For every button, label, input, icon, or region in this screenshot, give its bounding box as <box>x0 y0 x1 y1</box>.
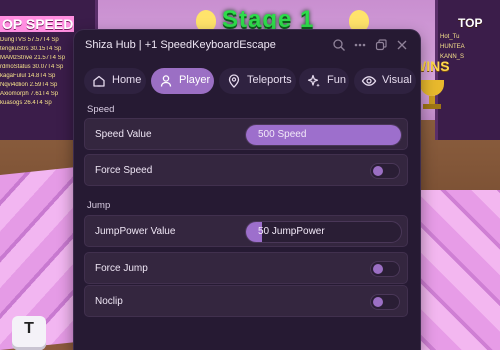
leaderboard-left: DungTVS 57.57T4 Sp tengkuStrs 30.15T4 Sp… <box>0 37 72 109</box>
section-speed-label: Speed <box>87 104 115 115</box>
leaderboard-entry: HUNTEA <box>440 44 465 50</box>
tab-visual[interactable]: Visual <box>354 68 416 94</box>
speed-value-slider[interactable]: 500 Speed <box>245 124 402 146</box>
home-icon <box>91 73 107 89</box>
sparkle-icon <box>306 73 322 89</box>
map-pin-icon <box>226 73 242 89</box>
speed-value-label: Speed Value <box>95 129 152 140</box>
title-bar[interactable]: Shiza Hub | +1 SpeedKeyboardEscape <box>74 30 420 60</box>
slider-value-text: 50 JumpPower <box>258 226 325 237</box>
force-speed-label: Force Speed <box>95 165 153 176</box>
tab-fun[interactable]: Fun <box>299 68 349 94</box>
force-jump-row[interactable]: Force Jump <box>84 252 408 284</box>
toggle-knob <box>373 264 383 274</box>
restore-icon[interactable] <box>374 38 388 52</box>
window-title: Shiza Hub | +1 SpeedKeyboardEscape <box>85 39 276 51</box>
leaderboard-entry: tengkuStrs 30.15T4 Sp <box>0 46 62 52</box>
tab-teleports[interactable]: Teleports <box>219 68 296 94</box>
section-jump-label: Jump <box>87 200 111 211</box>
jumppower-value-label: JumpPower Value <box>95 226 176 237</box>
leaderboard-entry: MAMzStrive 21.57T4 Sp <box>0 55 66 61</box>
speed-value-row: Speed Value 500 Speed <box>84 118 408 150</box>
leaderboard-entry: kagaFulul 14.8T4 Sp <box>0 73 56 79</box>
tab-label: Teleports <box>247 74 292 86</box>
settings-dots-icon[interactable] <box>353 38 367 52</box>
search-icon[interactable] <box>332 38 346 52</box>
tab-bar: Home Player Teleports Fun Visual <box>74 68 420 94</box>
tab-home[interactable]: Home <box>84 68 146 94</box>
leaderboard-entry: kuasogs 26.4T4 Sp <box>0 100 52 106</box>
leaderboard-entry: rdmoStatus 30.07T4 Sp <box>0 64 64 70</box>
leaderboard-entry: DungTVS 57.57T4 Sp <box>0 37 59 43</box>
toggle-knob <box>373 166 383 176</box>
character-icon <box>196 10 216 32</box>
leaderboard-entry: Hot_Tu <box>440 34 460 40</box>
noclip-label: Noclip <box>95 296 123 307</box>
noclip-row[interactable]: Noclip <box>84 285 408 317</box>
force-jump-label: Force Jump <box>95 263 148 274</box>
leaderboard-entry: Axiomorph 7.61T4 Sp <box>0 91 59 97</box>
character-icon <box>349 10 369 32</box>
jumppower-value-row: JumpPower Value 50 JumpPower <box>84 215 408 247</box>
slider-value-text: 500 Speed <box>258 129 307 140</box>
hub-window: Shiza Hub | +1 SpeedKeyboardEscape Home … <box>74 30 420 350</box>
keyboard-key-t: T <box>12 316 46 350</box>
user-icon <box>158 73 174 89</box>
jumppower-value-slider[interactable]: 50 JumpPower <box>245 221 402 243</box>
top-wins-sign: TOP <box>458 16 483 30</box>
force-jump-toggle[interactable] <box>370 261 400 277</box>
key-letter: T <box>24 320 34 337</box>
close-icon[interactable] <box>395 38 409 52</box>
toggle-knob <box>373 297 383 307</box>
top-speed-sign: OP SPEED <box>0 16 74 32</box>
tab-player[interactable]: Player <box>151 68 214 94</box>
noclip-toggle[interactable] <box>370 294 400 310</box>
force-speed-row[interactable]: Force Speed <box>84 154 408 186</box>
tab-label: Fun <box>327 74 346 86</box>
trophy-icon <box>418 80 446 110</box>
leaderboard-entry: Nqvi4dlion 2.59T4 Sp <box>0 82 58 88</box>
tab-label: Player <box>179 74 211 86</box>
tab-label: Visual <box>382 74 412 86</box>
force-speed-toggle[interactable] <box>370 163 400 179</box>
eye-icon <box>361 73 377 89</box>
tab-label: Home <box>112 74 142 86</box>
